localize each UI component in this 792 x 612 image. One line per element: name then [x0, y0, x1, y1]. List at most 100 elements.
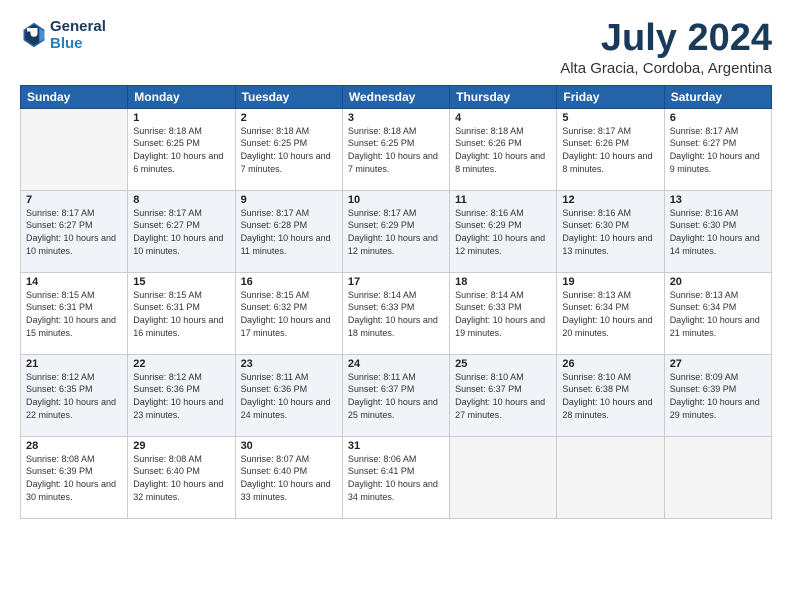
day-number: 20: [670, 276, 766, 288]
subtitle: Alta Gracia, Cordoba, Argentina: [560, 60, 772, 77]
day-number: 9: [241, 194, 337, 206]
main-title: July 2024: [560, 18, 772, 60]
day-number: 2: [241, 112, 337, 124]
calendar-day-header: Tuesday: [235, 85, 342, 108]
day-info: Sunrise: 8:15 AM Sunset: 6:31 PM Dayligh…: [26, 289, 122, 339]
calendar-day-cell: 7Sunrise: 8:17 AM Sunset: 6:27 PM Daylig…: [21, 190, 128, 272]
calendar-day-cell: 17Sunrise: 8:14 AM Sunset: 6:33 PM Dayli…: [342, 272, 449, 354]
day-number: 6: [670, 112, 766, 124]
day-info: Sunrise: 8:10 AM Sunset: 6:38 PM Dayligh…: [562, 371, 658, 421]
calendar-day-header: Thursday: [450, 85, 557, 108]
logo-icon: [20, 21, 48, 49]
day-number: 7: [26, 194, 122, 206]
calendar-day-header: Friday: [557, 85, 664, 108]
day-number: 25: [455, 358, 551, 370]
calendar-day-cell: 16Sunrise: 8:15 AM Sunset: 6:32 PM Dayli…: [235, 272, 342, 354]
calendar-day-header: Wednesday: [342, 85, 449, 108]
day-number: 22: [133, 358, 229, 370]
day-number: 8: [133, 194, 229, 206]
calendar-day-cell: 4Sunrise: 8:18 AM Sunset: 6:26 PM Daylig…: [450, 108, 557, 190]
calendar-day-header: Saturday: [664, 85, 771, 108]
day-number: 31: [348, 440, 444, 452]
calendar-day-cell: 11Sunrise: 8:16 AM Sunset: 6:29 PM Dayli…: [450, 190, 557, 272]
day-number: 19: [562, 276, 658, 288]
day-info: Sunrise: 8:17 AM Sunset: 6:29 PM Dayligh…: [348, 207, 444, 257]
calendar-day-cell: 8Sunrise: 8:17 AM Sunset: 6:27 PM Daylig…: [128, 190, 235, 272]
day-number: 30: [241, 440, 337, 452]
calendar-day-cell: 10Sunrise: 8:17 AM Sunset: 6:29 PM Dayli…: [342, 190, 449, 272]
calendar-day-cell: 3Sunrise: 8:18 AM Sunset: 6:25 PM Daylig…: [342, 108, 449, 190]
day-number: 18: [455, 276, 551, 288]
day-number: 23: [241, 358, 337, 370]
day-info: Sunrise: 8:17 AM Sunset: 6:28 PM Dayligh…: [241, 207, 337, 257]
calendar-day-cell: 27Sunrise: 8:09 AM Sunset: 6:39 PM Dayli…: [664, 354, 771, 436]
day-info: Sunrise: 8:12 AM Sunset: 6:36 PM Dayligh…: [133, 371, 229, 421]
page: General Blue July 2024 Alta Gracia, Cord…: [0, 0, 792, 612]
day-number: 3: [348, 112, 444, 124]
calendar-week-row: 14Sunrise: 8:15 AM Sunset: 6:31 PM Dayli…: [21, 272, 772, 354]
day-number: 29: [133, 440, 229, 452]
calendar-day-cell: 9Sunrise: 8:17 AM Sunset: 6:28 PM Daylig…: [235, 190, 342, 272]
calendar-day-cell: 28Sunrise: 8:08 AM Sunset: 6:39 PM Dayli…: [21, 436, 128, 518]
calendar-day-header: Sunday: [21, 85, 128, 108]
day-number: 14: [26, 276, 122, 288]
day-info: Sunrise: 8:16 AM Sunset: 6:30 PM Dayligh…: [670, 207, 766, 257]
day-number: 27: [670, 358, 766, 370]
calendar-day-cell: 23Sunrise: 8:11 AM Sunset: 6:36 PM Dayli…: [235, 354, 342, 436]
calendar-day-cell: 13Sunrise: 8:16 AM Sunset: 6:30 PM Dayli…: [664, 190, 771, 272]
logo: General Blue: [20, 18, 106, 53]
day-number: 16: [241, 276, 337, 288]
calendar-day-cell: 2Sunrise: 8:18 AM Sunset: 6:25 PM Daylig…: [235, 108, 342, 190]
calendar-day-cell: 18Sunrise: 8:14 AM Sunset: 6:33 PM Dayli…: [450, 272, 557, 354]
calendar-day-header: Monday: [128, 85, 235, 108]
day-info: Sunrise: 8:11 AM Sunset: 6:37 PM Dayligh…: [348, 371, 444, 421]
calendar-day-cell: 26Sunrise: 8:10 AM Sunset: 6:38 PM Dayli…: [557, 354, 664, 436]
calendar-day-cell: 12Sunrise: 8:16 AM Sunset: 6:30 PM Dayli…: [557, 190, 664, 272]
day-number: 24: [348, 358, 444, 370]
calendar-day-cell: 31Sunrise: 8:06 AM Sunset: 6:41 PM Dayli…: [342, 436, 449, 518]
calendar-table: SundayMondayTuesdayWednesdayThursdayFrid…: [20, 85, 772, 519]
day-number: 10: [348, 194, 444, 206]
day-info: Sunrise: 8:10 AM Sunset: 6:37 PM Dayligh…: [455, 371, 551, 421]
day-number: 5: [562, 112, 658, 124]
day-info: Sunrise: 8:17 AM Sunset: 6:27 PM Dayligh…: [133, 207, 229, 257]
calendar-day-cell: 20Sunrise: 8:13 AM Sunset: 6:34 PM Dayli…: [664, 272, 771, 354]
day-info: Sunrise: 8:13 AM Sunset: 6:34 PM Dayligh…: [670, 289, 766, 339]
title-block: July 2024 Alta Gracia, Cordoba, Argentin…: [560, 18, 772, 77]
day-info: Sunrise: 8:06 AM Sunset: 6:41 PM Dayligh…: [348, 453, 444, 503]
day-info: Sunrise: 8:15 AM Sunset: 6:32 PM Dayligh…: [241, 289, 337, 339]
day-number: 15: [133, 276, 229, 288]
calendar-day-cell: [450, 436, 557, 518]
day-info: Sunrise: 8:12 AM Sunset: 6:35 PM Dayligh…: [26, 371, 122, 421]
day-info: Sunrise: 8:17 AM Sunset: 6:27 PM Dayligh…: [670, 125, 766, 175]
day-info: Sunrise: 8:08 AM Sunset: 6:39 PM Dayligh…: [26, 453, 122, 503]
day-number: 28: [26, 440, 122, 452]
day-number: 13: [670, 194, 766, 206]
calendar-week-row: 21Sunrise: 8:12 AM Sunset: 6:35 PM Dayli…: [21, 354, 772, 436]
day-number: 26: [562, 358, 658, 370]
calendar-day-cell: 1Sunrise: 8:18 AM Sunset: 6:25 PM Daylig…: [128, 108, 235, 190]
calendar-day-cell: 15Sunrise: 8:15 AM Sunset: 6:31 PM Dayli…: [128, 272, 235, 354]
day-number: 11: [455, 194, 551, 206]
calendar-week-row: 1Sunrise: 8:18 AM Sunset: 6:25 PM Daylig…: [21, 108, 772, 190]
calendar-day-cell: 29Sunrise: 8:08 AM Sunset: 6:40 PM Dayli…: [128, 436, 235, 518]
calendar-day-cell: 22Sunrise: 8:12 AM Sunset: 6:36 PM Dayli…: [128, 354, 235, 436]
calendar-week-row: 28Sunrise: 8:08 AM Sunset: 6:39 PM Dayli…: [21, 436, 772, 518]
day-number: 4: [455, 112, 551, 124]
calendar-day-cell: 21Sunrise: 8:12 AM Sunset: 6:35 PM Dayli…: [21, 354, 128, 436]
day-info: Sunrise: 8:18 AM Sunset: 6:25 PM Dayligh…: [348, 125, 444, 175]
day-info: Sunrise: 8:17 AM Sunset: 6:26 PM Dayligh…: [562, 125, 658, 175]
calendar-day-cell: 5Sunrise: 8:17 AM Sunset: 6:26 PM Daylig…: [557, 108, 664, 190]
header: General Blue July 2024 Alta Gracia, Cord…: [20, 18, 772, 77]
calendar-day-cell: 19Sunrise: 8:13 AM Sunset: 6:34 PM Dayli…: [557, 272, 664, 354]
calendar-day-cell: [21, 108, 128, 190]
day-info: Sunrise: 8:11 AM Sunset: 6:36 PM Dayligh…: [241, 371, 337, 421]
logo-text: General Blue: [50, 18, 106, 53]
day-number: 21: [26, 358, 122, 370]
day-info: Sunrise: 8:07 AM Sunset: 6:40 PM Dayligh…: [241, 453, 337, 503]
day-info: Sunrise: 8:17 AM Sunset: 6:27 PM Dayligh…: [26, 207, 122, 257]
day-info: Sunrise: 8:16 AM Sunset: 6:30 PM Dayligh…: [562, 207, 658, 257]
day-number: 17: [348, 276, 444, 288]
day-info: Sunrise: 8:14 AM Sunset: 6:33 PM Dayligh…: [348, 289, 444, 339]
calendar-day-cell: [664, 436, 771, 518]
